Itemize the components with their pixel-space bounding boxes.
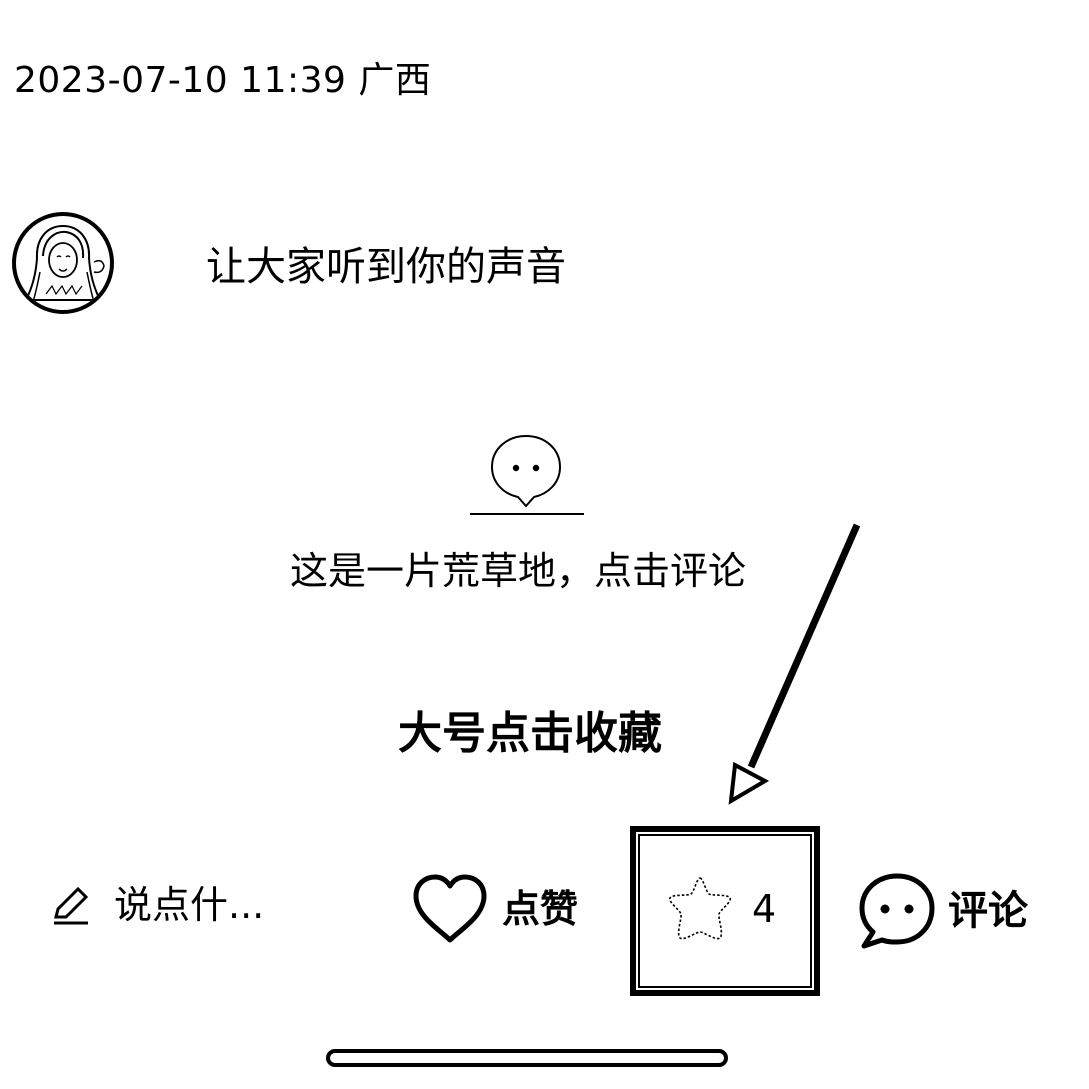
like-label: 点赞	[502, 887, 579, 931]
comment-input[interactable]: 说点什...	[48, 882, 264, 928]
home-indicator[interactable]	[326, 1049, 728, 1067]
post-timestamp: 2023-07-10 11:39 广西	[14, 60, 432, 101]
pencil-icon	[54, 886, 89, 925]
annotation-label: 大号点击收藏	[398, 708, 662, 759]
comment-label: 评论	[948, 888, 1028, 934]
comment-input-placeholder: 说点什...	[114, 883, 265, 927]
comment-button[interactable]: 评论	[856, 870, 1028, 952]
comment-prompt[interactable]: 让大家听到你的声音	[206, 243, 566, 291]
like-button[interactable]: 点赞	[410, 872, 578, 946]
chat-bubble-icon	[486, 430, 566, 514]
divider	[470, 513, 584, 515]
comment-bubble-icon	[859, 873, 935, 949]
empty-comments-message[interactable]: 这是一片荒草地，点击评论	[290, 548, 746, 594]
collect-button[interactable]: 4	[662, 872, 776, 946]
avatar[interactable]	[12, 212, 114, 314]
collect-count: 4	[752, 887, 777, 931]
heart-icon	[413, 874, 487, 943]
arrow-icon	[715, 515, 875, 819]
avatar-portrait-icon	[24, 224, 105, 303]
star-icon	[669, 877, 731, 940]
